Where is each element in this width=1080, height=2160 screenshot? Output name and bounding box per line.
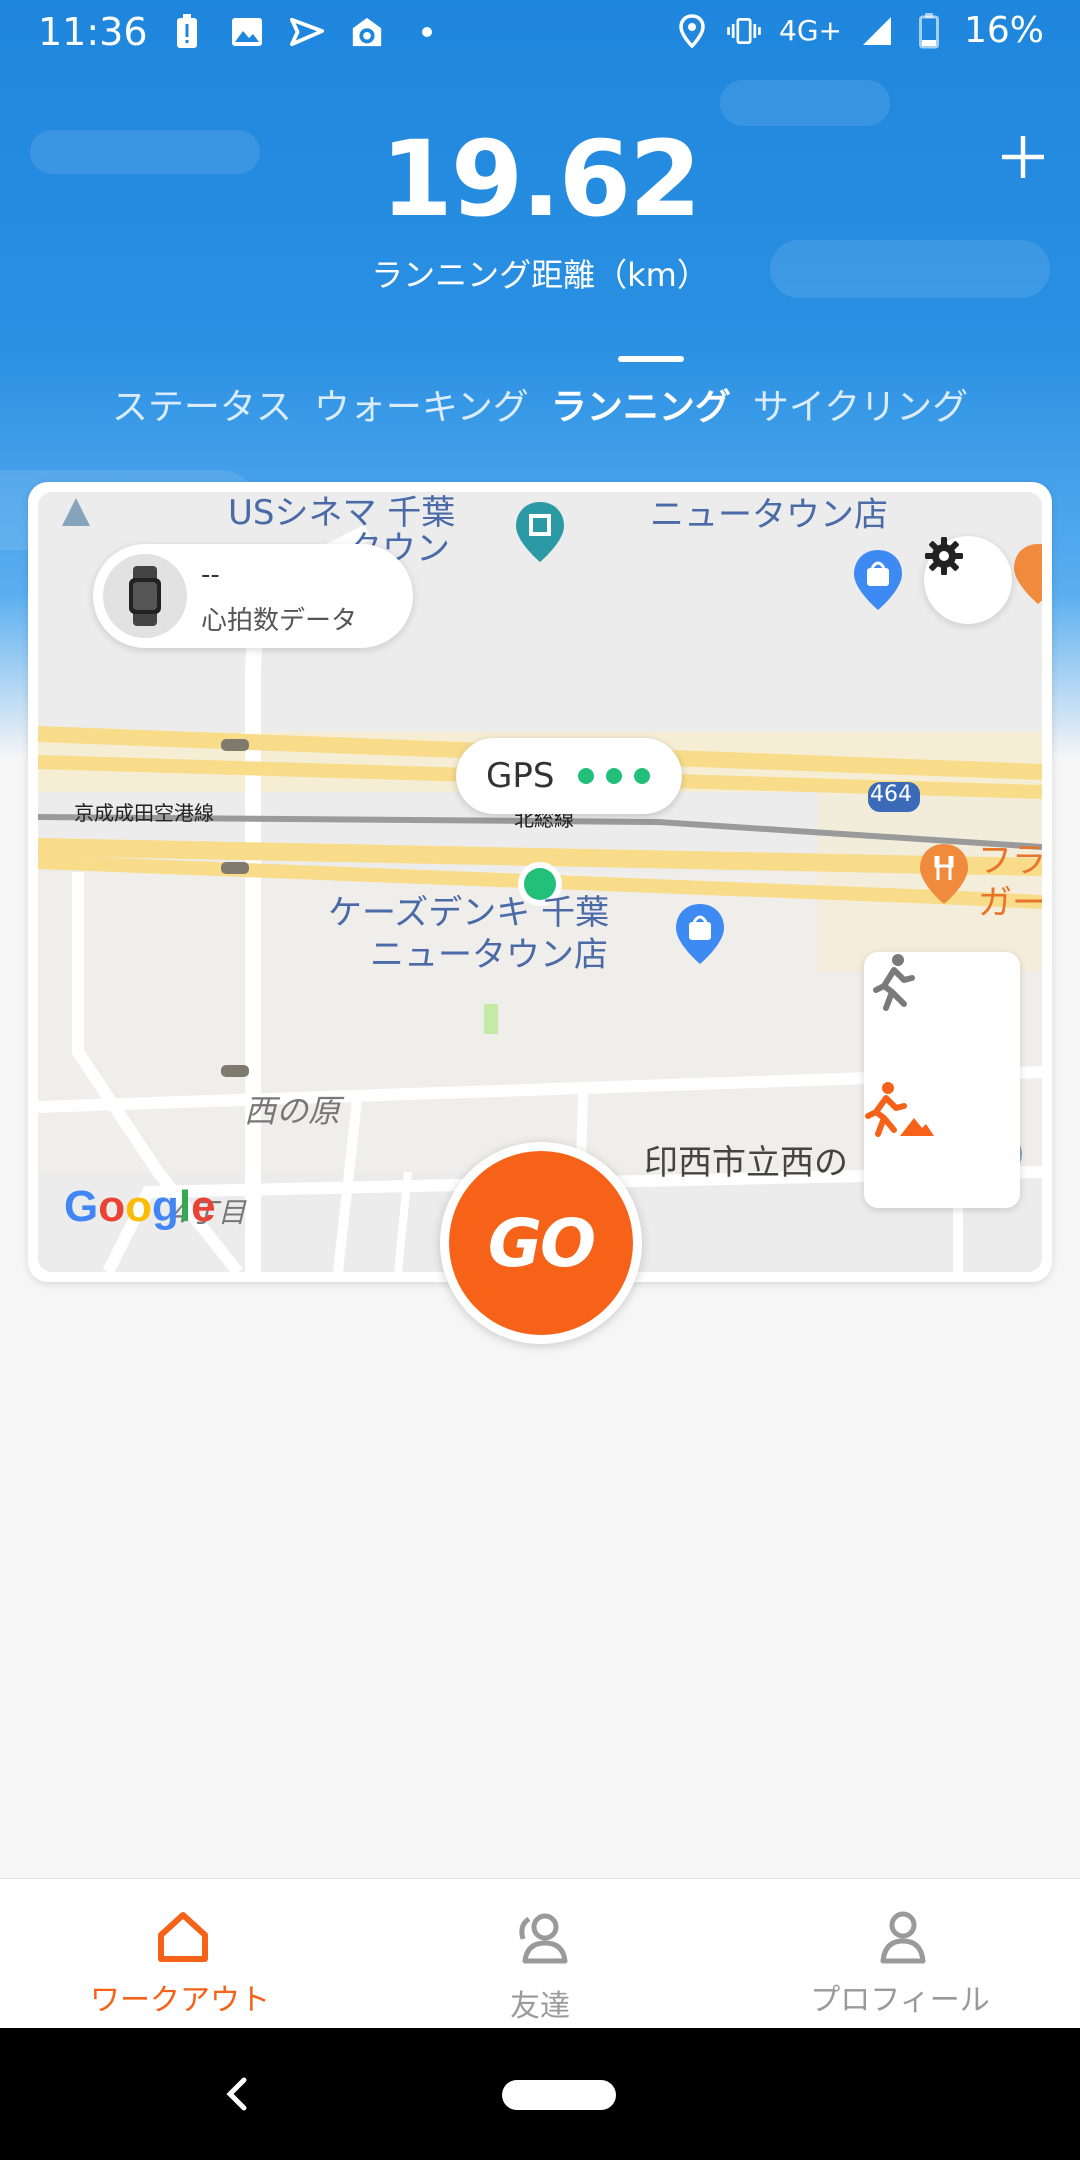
home-pill-button[interactable] bbox=[502, 2080, 616, 2110]
run-mode-button[interactable] bbox=[864, 952, 1020, 1080]
map-label-restaurant-2: ガー bbox=[978, 883, 1042, 923]
add-button[interactable] bbox=[996, 130, 1050, 184]
bottom-navigation: ワークアウト 友達 プロフィール bbox=[0, 1878, 1080, 2029]
gps-label: GPS bbox=[486, 756, 555, 796]
tab-cycling[interactable]: サイクリング bbox=[753, 378, 968, 430]
active-tab-indicator bbox=[618, 356, 684, 362]
soccer-icon bbox=[350, 12, 384, 52]
map-label-nishinohara: 西の原 bbox=[244, 1092, 341, 1130]
profile-icon bbox=[880, 1911, 926, 1964]
map-label-inzai: 印西市立西の bbox=[644, 1143, 848, 1183]
vibrate-icon bbox=[727, 11, 761, 51]
nav-profile-label: プロフィール bbox=[810, 1983, 990, 2018]
gps-signal-dot bbox=[606, 768, 623, 784]
friends-icon bbox=[519, 1913, 568, 1964]
trail-run-mode-button[interactable] bbox=[864, 1080, 1020, 1208]
map-label-ks-denki-store: ニュータウン店 bbox=[370, 935, 608, 975]
home-icon bbox=[158, 1912, 208, 1962]
go-button[interactable]: GO bbox=[449, 1151, 633, 1335]
clock: 11:36 bbox=[38, 10, 148, 54]
network-type: 4G+ bbox=[779, 14, 842, 47]
activity-tabs: ステータス ウォーキング ランニング サイクリング bbox=[0, 378, 1080, 430]
gear-icon bbox=[925, 537, 963, 575]
nav-profile[interactable]: プロフィール bbox=[720, 1879, 1080, 2029]
map-label-newtown: ニュータウン店 bbox=[650, 495, 888, 535]
trail-run-icon bbox=[865, 1082, 934, 1137]
distance-value: 19.62 bbox=[380, 118, 702, 240]
battery-alert-icon bbox=[170, 12, 204, 52]
go-button-ring: GO bbox=[440, 1142, 642, 1344]
nav-workout-label: ワークアウト bbox=[90, 1983, 270, 2018]
image-icon bbox=[230, 12, 264, 52]
plus-icon bbox=[1002, 136, 1044, 178]
location-icon bbox=[675, 11, 709, 51]
signal-icon bbox=[860, 11, 894, 51]
gps-status: GPS bbox=[456, 738, 682, 814]
gps-signal-dot bbox=[578, 768, 595, 784]
distance-label: ランニング距離（km） bbox=[371, 256, 709, 294]
map-settings-button[interactable] bbox=[924, 536, 1012, 624]
send-icon bbox=[290, 12, 324, 52]
run-icon bbox=[873, 954, 915, 1011]
heart-rate-value: -- bbox=[201, 560, 220, 590]
dot-icon bbox=[410, 12, 444, 52]
status-bar: 11:36 4G+ 16% bbox=[0, 0, 1080, 68]
gps-signal-dot bbox=[634, 768, 651, 784]
run-mode-panel bbox=[864, 952, 1020, 1208]
map-label-restaurant-1: フラ bbox=[978, 841, 1042, 881]
battery-icon bbox=[912, 11, 946, 51]
go-label: GO bbox=[487, 1204, 596, 1282]
watch-icon bbox=[103, 554, 187, 638]
google-logo: Google bbox=[64, 1182, 216, 1231]
back-button[interactable] bbox=[214, 2068, 258, 2120]
nav-friends-label: 友達 bbox=[510, 1989, 570, 2024]
nav-workout[interactable]: ワークアウト bbox=[0, 1879, 360, 2029]
battery-level: 16% bbox=[963, 10, 1044, 51]
map-label-ks-denki: ケーズデンキ 千葉 bbox=[328, 893, 610, 933]
tab-running[interactable]: ランニング bbox=[551, 378, 731, 430]
nav-friends[interactable]: 友達 bbox=[360, 1879, 720, 2029]
map-label-route: 464 bbox=[870, 782, 912, 807]
heart-rate-widget[interactable]: -- 心拍数データ bbox=[93, 544, 413, 648]
map-label-keisei-line: 京成成田空港線 bbox=[74, 801, 214, 825]
system-navigation-bar bbox=[0, 2028, 1080, 2160]
tab-status[interactable]: ステータス bbox=[112, 378, 292, 430]
tab-walking[interactable]: ウォーキング bbox=[314, 378, 529, 430]
heart-rate-label: 心拍数データ bbox=[201, 606, 358, 636]
back-icon bbox=[226, 2077, 247, 2111]
